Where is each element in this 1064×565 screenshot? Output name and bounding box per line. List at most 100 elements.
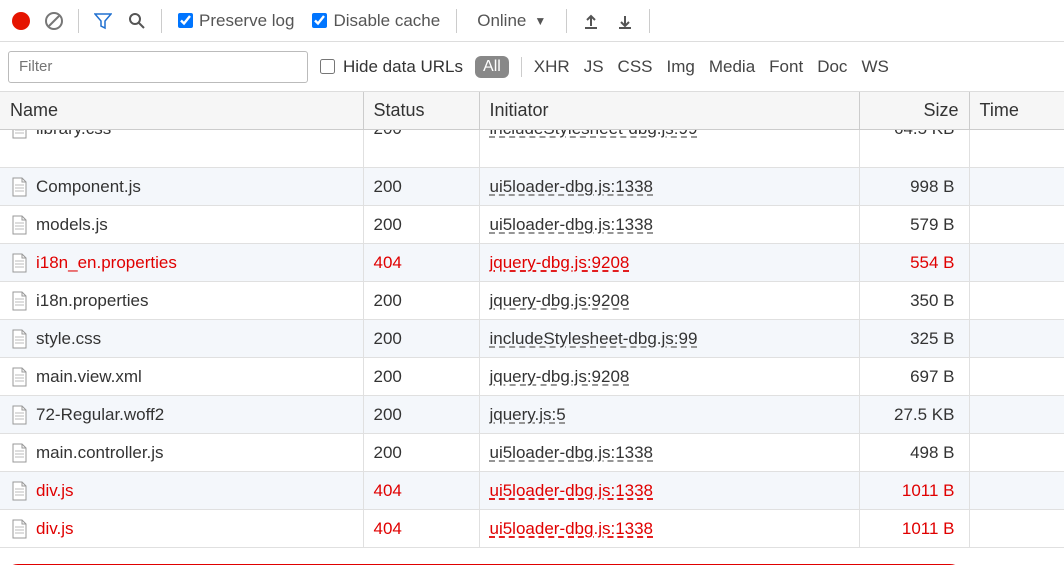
preserve-log-label: Preserve log — [199, 11, 294, 31]
file-name: Component.js — [36, 177, 141, 197]
file-icon — [10, 519, 28, 539]
table-row[interactable]: i18n.properties 200 jquery-dbg.js:9208 350 … — [0, 282, 1064, 320]
file-icon — [10, 367, 28, 387]
initiator-link[interactable]: ui5loader-dbg.js:1338 — [490, 177, 654, 196]
column-header-time[interactable]: Time — [969, 92, 1064, 130]
table-row[interactable]: main.view.xml200jquery-dbg.js:9208697 B — [0, 358, 1064, 396]
filter-type-font[interactable]: Font — [769, 57, 803, 77]
filter-type-img[interactable]: Img — [667, 57, 695, 77]
filter-type-doc[interactable]: Doc — [817, 57, 847, 77]
initiator-link[interactable]: ui5loader-dbg.js:1338 — [490, 215, 654, 234]
clear-icon[interactable] — [40, 7, 68, 35]
size-value: 498 B — [910, 443, 954, 462]
column-header-name[interactable]: Name — [0, 92, 363, 130]
initiator-link[interactable]: jquery-dbg.js:9208 — [490, 367, 630, 386]
search-icon[interactable] — [123, 7, 151, 35]
size-value: 1011 B — [902, 519, 955, 538]
status-code: 200 — [374, 443, 402, 462]
toolbar-divider — [78, 9, 79, 33]
file-icon — [10, 253, 28, 273]
table-row[interactable]: models.js200ui5loader-dbg.js:1338579 B — [0, 206, 1064, 244]
network-throttle-select[interactable]: Online ▼ — [467, 11, 556, 31]
hide-data-urls-checkbox[interactable] — [320, 59, 335, 74]
table-row[interactable]: 72-Regular.woff2 200 jquery.js:5 27.5 KB — [0, 396, 1064, 434]
initiator-link[interactable]: ui5loader-dbg.js:1338 — [490, 519, 654, 538]
filter-type-xhr[interactable]: XHR — [534, 57, 570, 77]
upload-icon[interactable] — [577, 7, 605, 35]
file-icon — [10, 481, 28, 501]
file-name: main.controller.js — [36, 443, 164, 463]
status-code: 404 — [374, 519, 402, 538]
file-name: i18n.properties — [36, 291, 148, 311]
size-value: 998 B — [910, 177, 954, 196]
size-value: 1011 B — [902, 481, 955, 500]
table-row[interactable]: Component.js 200 ui5loader-dbg.js:1338 998 … — [0, 168, 1064, 206]
toolbar-divider — [566, 9, 567, 33]
initiator-link[interactable]: jquery-dbg.js:9208 — [490, 291, 630, 310]
size-value: 27.5 KB — [894, 405, 955, 424]
column-header-initiator[interactable]: Initiator — [479, 92, 859, 130]
size-value: 350 B — [910, 291, 954, 310]
filter-type-js[interactable]: JS — [584, 57, 604, 77]
filter-type-media[interactable]: Media — [709, 57, 755, 77]
toolbar-divider — [161, 9, 162, 33]
download-icon[interactable] — [611, 7, 639, 35]
table-row[interactable]: library.css200includeStylesheet-dbg.js:9… — [0, 130, 1064, 168]
hide-data-urls-label: Hide data URLs — [343, 57, 463, 77]
filter-icon[interactable] — [89, 7, 117, 35]
status-code: 200 — [374, 215, 402, 234]
file-icon — [10, 215, 28, 235]
chevron-down-icon: ▼ — [534, 14, 546, 28]
file-name: 72-Regular.woff2 — [36, 405, 164, 425]
status-code: 404 — [374, 253, 402, 272]
size-value: 64.5 KB — [894, 130, 955, 138]
file-name: div.js — [36, 519, 73, 539]
size-value: 697 B — [910, 367, 954, 386]
column-header-size[interactable]: Size — [859, 92, 969, 130]
hide-data-urls-toggle[interactable]: Hide data URLs — [320, 57, 463, 77]
file-icon — [10, 177, 28, 197]
column-header-status[interactable]: Status — [363, 92, 479, 130]
table-row[interactable]: div.js 404 ui5loader-dbg.js:1338 1011 B — [0, 472, 1064, 510]
status-code: 200 — [374, 405, 402, 424]
initiator-link[interactable]: ui5loader-dbg.js:1338 — [490, 481, 654, 500]
status-code: 200 — [374, 177, 402, 196]
status-code: 404 — [374, 481, 402, 500]
table-row[interactable]: i18n_en.properties 404 jquery-dbg.js:9208 5… — [0, 244, 1064, 282]
size-value: 325 B — [910, 329, 954, 348]
disable-cache-checkbox[interactable] — [312, 13, 327, 28]
filter-type-all[interactable]: All — [475, 56, 509, 78]
size-value: 554 B — [910, 253, 954, 272]
file-icon — [10, 405, 28, 425]
file-icon — [10, 130, 28, 139]
preserve-log-toggle[interactable]: Preserve log — [178, 11, 294, 31]
record-button[interactable] — [12, 12, 30, 30]
initiator-link[interactable]: jquery-dbg.js:9208 — [490, 253, 630, 272]
file-icon — [10, 443, 28, 463]
file-icon — [10, 329, 28, 349]
disable-cache-toggle[interactable]: Disable cache — [312, 11, 440, 31]
table-row[interactable]: style.css 200 includeStylesheet-dbg.js:99 3… — [0, 320, 1064, 358]
status-code: 200 — [374, 291, 402, 310]
toolbar-divider — [649, 9, 650, 33]
status-code: 200 — [374, 329, 402, 348]
size-value: 579 B — [910, 215, 954, 234]
filter-input[interactable] — [8, 51, 308, 83]
filter-type-css[interactable]: CSS — [618, 57, 653, 77]
toolbar-divider — [456, 9, 457, 33]
initiator-link[interactable]: jquery.js:5 — [490, 405, 566, 424]
throttle-label: Online — [477, 11, 526, 31]
file-name: i18n_en.properties — [36, 253, 177, 273]
table-row[interactable]: div.js 404 ui5loader-dbg.js:1338 1011 B — [0, 510, 1064, 548]
status-code: 200 — [374, 130, 402, 138]
disable-cache-label: Disable cache — [333, 11, 440, 31]
initiator-link[interactable]: includeStylesheet-dbg.js:99 — [490, 130, 698, 138]
file-name: div.js — [36, 481, 73, 501]
file-icon — [10, 291, 28, 311]
initiator-link[interactable]: ui5loader-dbg.js:1338 — [490, 443, 654, 462]
preserve-log-checkbox[interactable] — [178, 13, 193, 28]
table-row[interactable]: main.controller.js 200 ui5loader-dbg.js:13… — [0, 434, 1064, 472]
filter-type-ws[interactable]: WS — [861, 57, 888, 77]
initiator-link[interactable]: includeStylesheet-dbg.js:99 — [490, 329, 698, 348]
file-name: style.css — [36, 329, 101, 349]
